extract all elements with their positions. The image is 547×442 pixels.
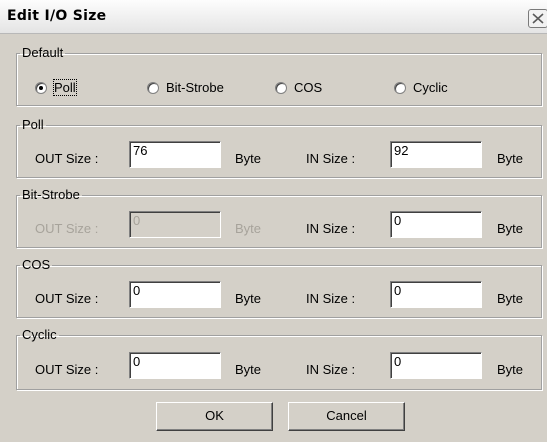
cyclic-out-size-input[interactable]: 0 xyxy=(129,352,221,379)
radio-bit-strobe-indicator[interactable] xyxy=(147,82,159,94)
cyclic-out-size-label: OUT Size : xyxy=(35,362,99,377)
radio-cos-label[interactable]: COS xyxy=(294,80,322,95)
close-button[interactable] xyxy=(528,9,547,28)
radio-cyclic-label[interactable]: Cyclic xyxy=(413,80,448,95)
cyclic-out-size-unit: Byte xyxy=(235,362,262,377)
cyclic-in-size-input[interactable]: 0 xyxy=(390,352,482,379)
default-group-legend: Default xyxy=(22,45,64,60)
cos-in-size-unit: Byte xyxy=(497,291,524,306)
radio-poll-indicator[interactable] xyxy=(35,82,47,94)
poll-in-size-input[interactable]: 92 xyxy=(390,141,482,168)
cyclic-in-size-label: IN Size : xyxy=(306,362,356,377)
radio-cyclic-indicator[interactable] xyxy=(394,82,406,94)
bit-strobe-in-size-unit: Byte xyxy=(497,221,524,236)
poll-group-legend: Poll xyxy=(22,117,44,132)
bit-strobe-out-size-label: OUT Size : xyxy=(35,221,99,236)
bit-strobe-in-size-input[interactable]: 0 xyxy=(390,211,482,238)
dialog-title: Edit I/O Size xyxy=(7,8,107,24)
radio-bit-strobe-label[interactable]: Bit-Strobe xyxy=(166,80,224,95)
cos-group-legend: COS xyxy=(22,257,51,272)
close-icon xyxy=(532,13,544,24)
title-bar[interactable]: Edit I/O Size xyxy=(0,0,547,34)
poll-in-size-unit: Byte xyxy=(497,151,524,166)
bit-strobe-in-size-label: IN Size : xyxy=(306,221,356,236)
bit-strobe-group-legend: Bit-Strobe xyxy=(22,187,80,202)
poll-in-size-label: IN Size : xyxy=(306,151,356,166)
poll-out-size-label: OUT Size : xyxy=(35,151,99,166)
cos-out-size-label: OUT Size : xyxy=(35,291,99,306)
ok-button[interactable]: OK xyxy=(156,402,273,431)
bit-strobe-out-size-input: 0 xyxy=(129,211,221,238)
default-group: Default xyxy=(16,46,542,106)
poll-out-size-unit: Byte xyxy=(235,151,262,166)
edit-io-size-dialog: Edit I/O Size Default Poll Bit-Strobe CO… xyxy=(0,0,547,442)
poll-out-size-input[interactable]: 76 xyxy=(129,141,221,168)
bit-strobe-out-size-unit: Byte xyxy=(235,221,262,236)
cancel-button[interactable]: Cancel xyxy=(288,402,405,431)
cos-out-size-input[interactable]: 0 xyxy=(129,281,221,308)
cos-in-size-input[interactable]: 0 xyxy=(390,281,482,308)
cyclic-group-legend: Cyclic xyxy=(22,327,57,342)
cos-in-size-label: IN Size : xyxy=(306,291,356,306)
radio-poll-label[interactable]: Poll xyxy=(53,79,77,96)
cyclic-in-size-unit: Byte xyxy=(497,362,524,377)
cos-out-size-unit: Byte xyxy=(235,291,262,306)
radio-cos-indicator[interactable] xyxy=(275,82,287,94)
